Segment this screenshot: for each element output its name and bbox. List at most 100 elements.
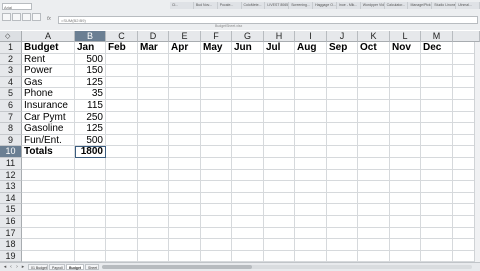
row-header-8[interactable]: 8 xyxy=(0,123,22,135)
row-header-13[interactable]: 13 xyxy=(0,181,22,193)
row-header-5[interactable]: 5 xyxy=(0,88,22,100)
cell-month-header[interactable]: Nov xyxy=(392,42,418,54)
row-header-9[interactable]: 9 xyxy=(0,134,22,147)
cell-month-header[interactable]: May xyxy=(203,42,229,54)
row-header-2[interactable]: 2 xyxy=(0,53,22,66)
browser-tab[interactable]: Calculator... xyxy=(385,2,409,9)
cell-month-header[interactable]: Apr xyxy=(171,42,198,54)
cell-month-header[interactable]: Jun xyxy=(234,42,261,54)
grid-line xyxy=(22,249,480,251)
column-header-d[interactable]: D xyxy=(138,31,169,42)
cell-item-label[interactable]: Fun/Ent. xyxy=(24,135,72,147)
ribbon-button[interactable] xyxy=(32,13,41,21)
cell-jan-value[interactable]: 35 xyxy=(77,88,103,100)
browser-tab[interactable]: Uinmal... xyxy=(456,2,480,9)
cell-month-header[interactable]: Feb xyxy=(108,42,135,54)
row-header-10[interactable]: 10 xyxy=(0,146,22,158)
column-header-j[interactable]: J xyxy=(327,31,358,42)
cell-month-header[interactable]: Jan xyxy=(77,42,103,54)
row-header-11[interactable]: 11 xyxy=(0,158,22,170)
row-header-19[interactable]: 19 xyxy=(0,250,22,263)
browser-tab[interactable]: Bud Nov... xyxy=(194,2,218,9)
browser-tab[interactable]: Wordpper Videos... xyxy=(361,2,385,9)
sheet-tab[interactable]: 01 Budget xyxy=(28,264,48,270)
cell-item-label[interactable]: Gasoline xyxy=(24,123,72,135)
browser-tab[interactable]: Manage/Pick Voice... xyxy=(408,2,433,9)
cell-jan-value[interactable]: 250 xyxy=(77,112,103,124)
row-header-7[interactable]: 7 xyxy=(0,111,22,124)
row-header-15[interactable]: 15 xyxy=(0,204,22,216)
select-all-button[interactable]: ◇ xyxy=(0,31,22,42)
row-header-18[interactable]: 18 xyxy=(0,239,22,251)
ribbon-button[interactable] xyxy=(12,13,21,21)
cell-item-label[interactable]: Rent xyxy=(24,54,72,66)
select-all-icon: ◇ xyxy=(5,33,11,40)
cell-jan-value[interactable]: 115 xyxy=(77,100,103,112)
column-header-i[interactable]: I xyxy=(295,31,327,42)
formula-bar[interactable]: =SUM(B2:B9) xyxy=(58,16,478,24)
vertical-scrollbar[interactable] xyxy=(474,42,480,262)
grid-line xyxy=(22,203,480,205)
row-header-4[interactable]: 4 xyxy=(0,76,22,89)
sheet-tab[interactable]: Budget xyxy=(66,264,84,270)
selected-cell-outline xyxy=(75,146,106,158)
browser-tab[interactable]: Cl... xyxy=(170,2,194,9)
row-header-3[interactable]: 3 xyxy=(0,65,22,77)
cell-month-header[interactable]: Dec xyxy=(423,42,450,54)
column-header-g[interactable]: G xyxy=(232,31,264,42)
column-header-f[interactable]: F xyxy=(201,31,232,42)
browser-tab[interactable]: Screening... xyxy=(289,2,314,9)
column-header-a[interactable]: A xyxy=(22,31,75,42)
cell-item-label[interactable]: Power xyxy=(24,65,72,77)
row-header-1[interactable]: 1 xyxy=(0,42,22,54)
cell-month-header[interactable]: Aug xyxy=(297,42,324,54)
cell-jan-value[interactable]: 500 xyxy=(77,135,103,147)
row-header-6[interactable]: 6 xyxy=(0,100,22,112)
cell-month-header[interactable]: Sep xyxy=(329,42,355,54)
row-header-14[interactable]: 14 xyxy=(0,192,22,205)
scroll-thumb[interactable] xyxy=(102,265,252,269)
grid-line xyxy=(22,226,480,228)
column-header-l[interactable]: L xyxy=(390,31,421,42)
browser-tab[interactable]: Studio Linoner... xyxy=(432,2,457,9)
browser-tab[interactable]: Inoe - Mik... xyxy=(337,2,361,9)
name-box[interactable]: Arial xyxy=(2,3,32,10)
cell-item-label[interactable]: Gas xyxy=(24,77,72,89)
cell-item-label[interactable]: Phone xyxy=(24,88,72,100)
sheet-tab[interactable]: Sheet xyxy=(85,264,99,270)
sheet-tab[interactable]: Payroll xyxy=(49,264,65,270)
column-header-m[interactable]: M xyxy=(421,31,453,42)
function-icon[interactable]: fx xyxy=(47,16,51,22)
cell-month-header[interactable]: Jul xyxy=(266,42,292,54)
cell-jan-value[interactable]: 500 xyxy=(77,54,103,66)
ribbon-button[interactable] xyxy=(2,13,11,21)
grid-line xyxy=(22,191,480,193)
column-header-e[interactable]: E xyxy=(169,31,201,42)
cell-item-label[interactable]: Insurance xyxy=(24,100,72,112)
cell-jan-value[interactable]: 125 xyxy=(77,123,103,135)
column-header-h[interactable]: H xyxy=(264,31,295,42)
grid-line xyxy=(22,215,480,216)
last-sheet-icon[interactable]: ▸ xyxy=(20,264,26,270)
ribbon-button[interactable] xyxy=(22,13,31,21)
column-header-k[interactable]: K xyxy=(358,31,390,42)
cell-budget-header[interactable]: Budget xyxy=(24,42,72,54)
browser-tab[interactable]: LIVEST 8065... xyxy=(265,2,290,9)
browser-tab[interactable]: ColoMete... xyxy=(242,2,266,9)
row-header-12[interactable]: 12 xyxy=(0,169,22,182)
browser-tab[interactable]: Haggage O... xyxy=(313,2,337,9)
grid-line xyxy=(22,238,480,240)
row-header-17[interactable]: 17 xyxy=(0,227,22,240)
cell-totals-label[interactable]: Totals xyxy=(24,146,72,158)
cell-jan-value[interactable]: 150 xyxy=(77,65,103,77)
column-header-c[interactable]: C xyxy=(106,31,138,42)
spreadsheet-grid: ◇ A B C D E F G H I J K L M 1 2 3 4 5 6 7 8 9 10 11 12 13 14 15 16 17… xyxy=(0,31,480,263)
column-header-b[interactable]: B xyxy=(75,31,106,42)
browser-tab[interactable]: Pocale... xyxy=(218,2,242,9)
row-header-16[interactable]: 16 xyxy=(0,216,22,228)
horizontal-scrollbar[interactable] xyxy=(102,265,472,269)
cell-month-header[interactable]: Mar xyxy=(140,42,166,54)
cell-jan-value[interactable]: 125 xyxy=(77,77,103,89)
cell-month-header[interactable]: Oct xyxy=(360,42,387,54)
cell-item-label[interactable]: Car Pymt xyxy=(24,112,72,124)
